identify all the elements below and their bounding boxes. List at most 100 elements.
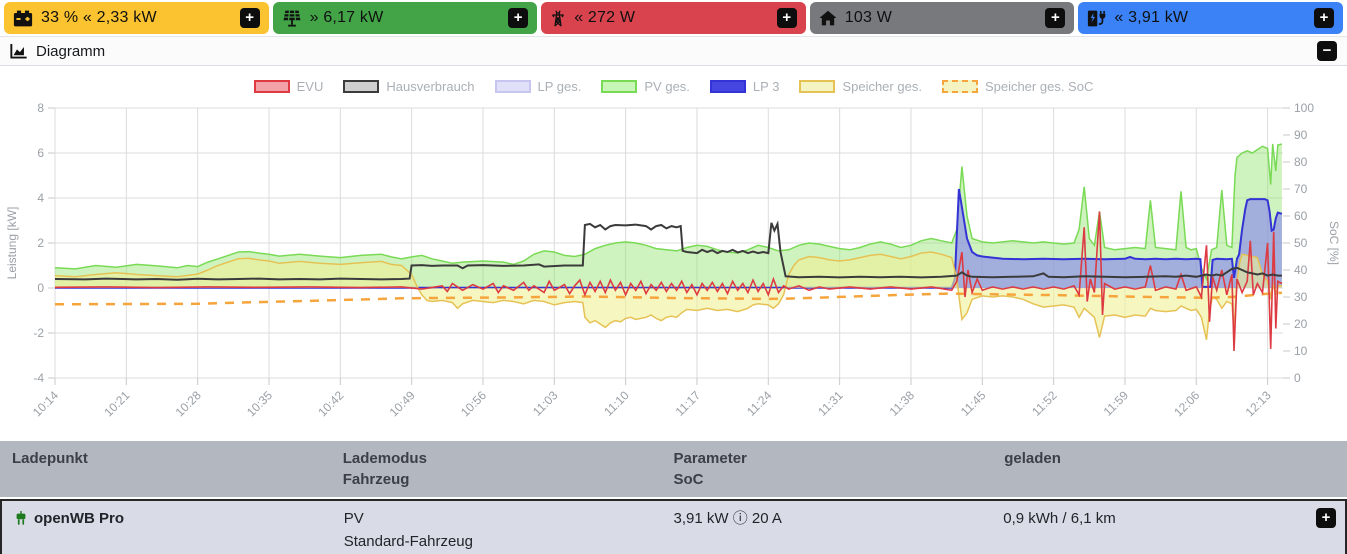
svg-text:11:17: 11:17 [673,388,704,419]
svg-text:10: 10 [1294,344,1308,358]
svg-text:12:13: 12:13 [1243,388,1274,419]
svg-text:12:06: 12:06 [1171,388,1202,419]
svg-text:100: 100 [1294,101,1314,115]
svg-text:-4: -4 [33,371,44,385]
svg-text:11:24: 11:24 [744,388,775,419]
legend-item-lp-ges-[interactable]: LP ges. [494,79,582,94]
svg-text:50: 50 [1294,236,1308,250]
charged-energy: 0,9 kWh / 6,1 km [1003,510,1116,527]
plus-square-icon[interactable]: + [1316,508,1336,528]
panel-title: Diagramm [36,42,106,60]
legend-swatch [253,80,290,93]
legend-label: Speicher ges. SoC [984,79,1094,94]
col-fahrzeug: Fahrzeug [342,471,410,488]
svg-text:11:03: 11:03 [530,388,561,419]
car-battery-icon [13,10,33,27]
svg-text:80: 80 [1294,155,1308,169]
plus-square-icon[interactable]: + [508,8,529,28]
col-lademodus: Lademodus [342,450,427,467]
legend-item-speicher-ges-[interactable]: Speicher ges. [799,79,922,94]
diagram-panel-header[interactable]: Diagramm − [0,36,1347,66]
svg-text:0: 0 [37,281,44,295]
chart-canvas: 86420-2-4100908070605040302010010:14 10:2… [5,101,1341,419]
legend-label: Hausverbrauch [386,79,475,94]
svg-text:10:56: 10:56 [458,388,489,419]
legend-swatch [941,80,978,93]
legend-item-evu[interactable]: EVU [253,79,324,94]
chargepoint-table: Ladepunkt Lademodus Fahrzeug Parameter SoC… [0,441,1347,554]
svg-text:11:52: 11:52 [1029,388,1060,419]
legend-swatch [709,80,746,93]
col-ladepunkt: Ladepunkt [12,450,88,467]
chargepoint-name: openWB Pro [34,510,124,527]
area-chart-icon [10,43,28,59]
status-badge-row: 33 % « 2,33 kW + » 6,17 kW + « 272 W + 1… [0,0,1347,36]
svg-text:10:35: 10:35 [244,388,275,419]
svg-text:10:28: 10:28 [173,388,204,419]
svg-text:70: 70 [1294,182,1308,196]
legend-item-speicher-ges-soc[interactable]: Speicher ges. SoC [941,79,1094,94]
charging-station-icon [1087,10,1106,27]
col-geladen: geladen [1004,450,1061,467]
svg-text:10:42: 10:42 [315,388,346,419]
series-layer [54,143,1283,352]
col-soc: SoC [673,471,704,488]
y-right-title: SoC [%] [1327,221,1341,265]
svg-text:0: 0 [1294,371,1301,385]
vehicle-name: Standard-Fahrzeug [343,533,473,550]
y-left-title: Leistung [kW] [5,207,19,280]
home-icon [819,10,837,26]
legend-item-lp-3[interactable]: LP 3 [709,79,780,94]
openwb-dashboard: { "badges": [ {"id":"battery","color":"#… [0,0,1347,554]
legend-swatch [343,80,380,93]
power-chart: EVU Hausverbrauch LP ges. PV ges. LP 3 Speich… [0,66,1347,437]
legend-item-hausverbrauch[interactable]: Hausverbrauch [343,79,475,94]
legend-swatch [799,80,836,93]
svg-text:20: 20 [1294,317,1308,331]
legend-label: LP ges. [537,79,582,94]
svg-text:30: 30 [1294,290,1308,304]
svg-text:4: 4 [37,191,44,205]
svg-text:2: 2 [37,236,44,250]
pylon-icon [550,9,566,27]
svg-text:8: 8 [37,101,44,115]
plus-square-icon[interactable]: + [1313,8,1334,28]
plus-square-icon[interactable]: + [1045,8,1066,28]
legend-label: EVU [296,79,324,94]
charge-power: 3,91 kW [673,510,729,527]
svg-text:60: 60 [1294,209,1308,223]
solar-panel-icon [282,10,302,27]
status-badge-house[interactable]: 103 W + [809,2,1075,34]
legend-label: Speicher ges. [842,79,922,94]
info-circle-icon: ⓘ [732,510,748,527]
svg-text:6: 6 [37,146,44,160]
status-badge-pv[interactable]: » 6,17 kW + [272,2,538,34]
plug-icon [14,507,28,533]
svg-text:10:49: 10:49 [387,388,418,419]
legend-swatch [494,80,531,93]
legend-label: LP 3 [752,79,780,94]
legend-swatch [601,80,638,93]
plus-square-icon[interactable]: + [776,8,797,28]
minus-square-icon[interactable]: − [1317,41,1337,61]
status-badge-battery[interactable]: 33 % « 2,33 kW + [4,2,269,34]
svg-text:11:59: 11:59 [1101,388,1132,419]
status-badge-grid[interactable]: « 272 W + [541,2,806,34]
svg-text:90: 90 [1294,128,1308,142]
legend-item-pv-ges-[interactable]: PV ges. [601,79,690,94]
svg-text:-2: -2 [33,326,44,340]
status-badge-chargepoint[interactable]: « 3,91 kW + [1078,2,1343,34]
svg-text:11:38: 11:38 [887,388,918,419]
charge-mode: PV [343,510,364,527]
chart-legend: EVU Hausverbrauch LP ges. PV ges. LP 3 Speich… [0,79,1347,94]
svg-text:10:21: 10:21 [101,388,132,419]
col-parameter: Parameter [673,450,747,467]
svg-text:11:10: 11:10 [601,388,632,419]
charge-current: 20 A [751,510,782,527]
svg-text:10:14: 10:14 [30,388,61,419]
table-header: Ladepunkt Lademodus Fahrzeug Parameter SoC… [0,441,1347,497]
plus-square-icon[interactable]: + [239,8,260,28]
table-row: openWB Pro PV Standard-Fahrzeug 3,91 kW … [0,499,1347,554]
legend-label: PV ges. [644,79,690,94]
svg-text:11:31: 11:31 [815,388,846,419]
